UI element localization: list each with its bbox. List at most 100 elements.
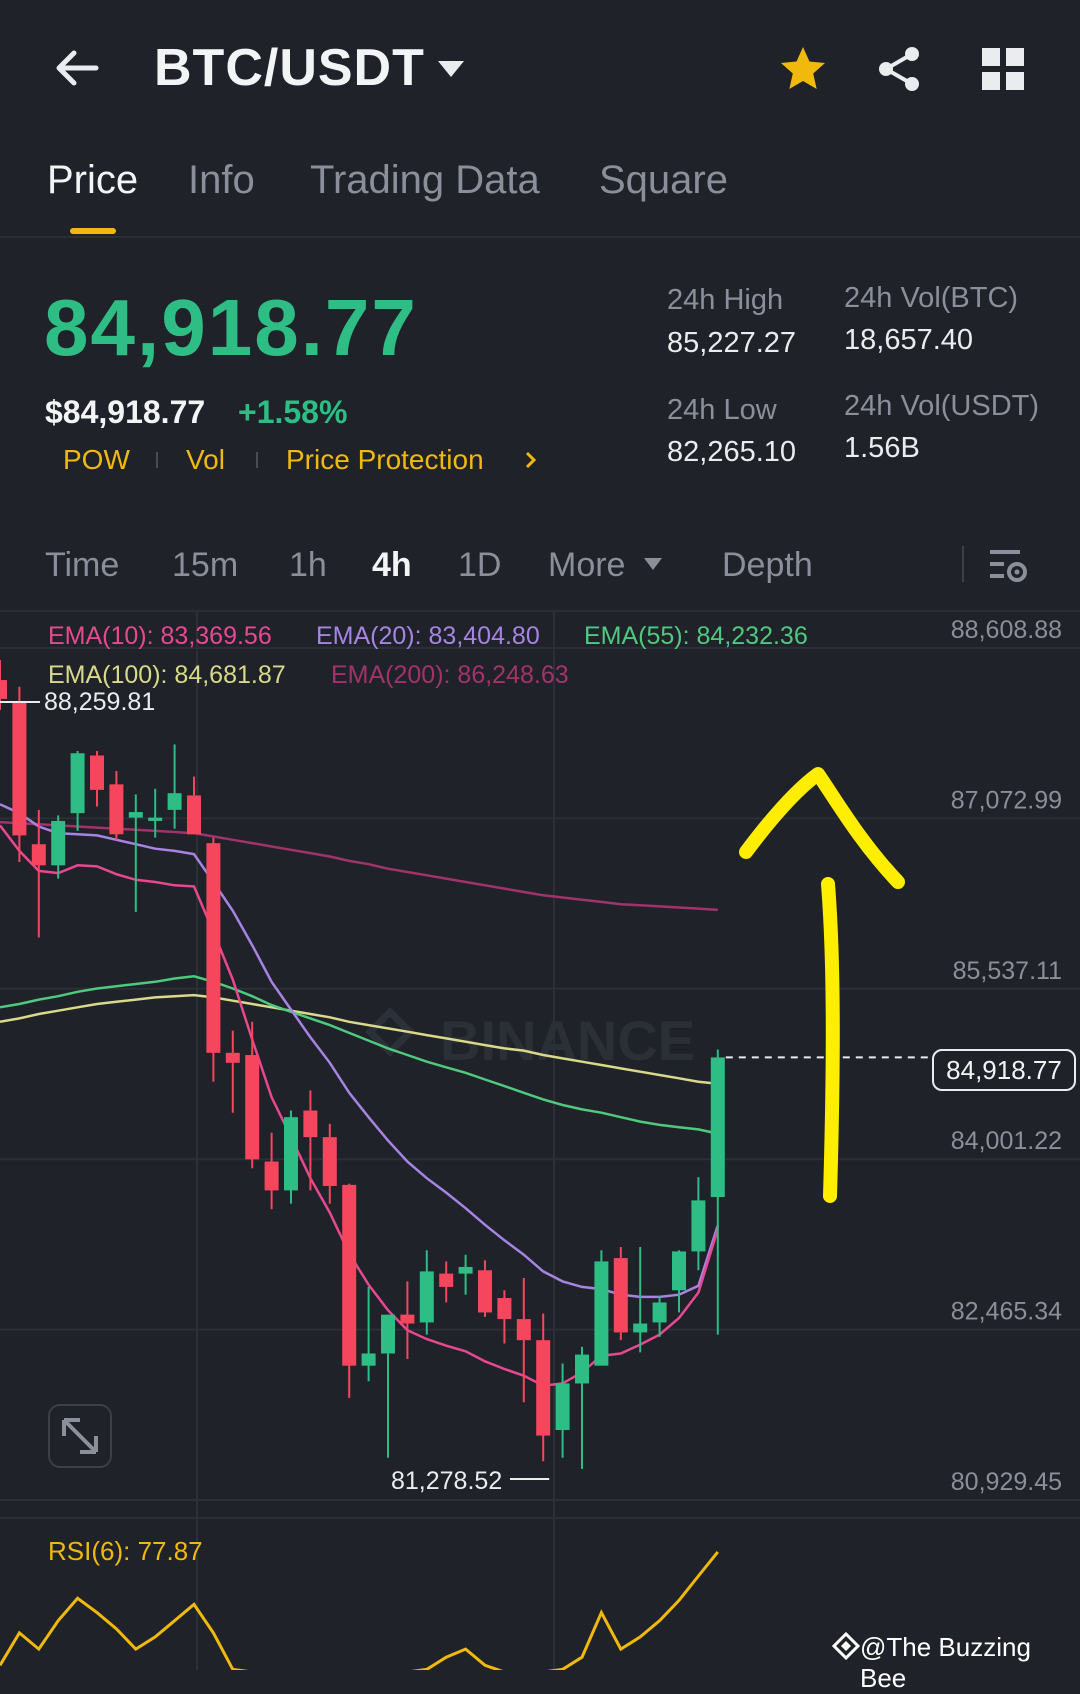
- candle-body: [31, 844, 46, 866]
- candle: [303, 1090, 318, 1191]
- candle: [51, 815, 66, 879]
- tag-vol[interactable]: Vol: [186, 444, 225, 476]
- candlestick-chart[interactable]: BINANCE 88,608.88 87,072.99 85,537.11 84,00…: [0, 612, 1080, 1670]
- candle: [633, 1246, 648, 1353]
- candle-body: [652, 1302, 667, 1323]
- candle-body: [128, 812, 143, 818]
- candle: [439, 1261, 454, 1303]
- tag-pow[interactable]: POW: [63, 444, 130, 476]
- chart-settings-icon[interactable]: [988, 546, 1028, 584]
- candle-body: [342, 1184, 357, 1366]
- tab-trading-data[interactable]: Trading Data: [310, 158, 540, 203]
- ema200-legend: EMA(200): 86,248.63: [331, 661, 569, 689]
- pair-title[interactable]: BTC/USDT: [154, 38, 425, 98]
- candle-body: [51, 820, 66, 866]
- candle: [672, 1250, 686, 1313]
- candle: [90, 751, 104, 807]
- candle-body: [148, 817, 163, 821]
- rsi-panel: [0, 1550, 719, 1670]
- candle: [245, 1021, 260, 1169]
- candle-body: [633, 1323, 648, 1333]
- candle: [400, 1281, 415, 1360]
- watermark-credit: @The Buzzing Bee: [860, 1632, 1031, 1693]
- tag-price-protection[interactable]: Price Protection: [286, 444, 484, 476]
- candle: [594, 1250, 609, 1366]
- active-tab-indicator: [70, 228, 116, 234]
- high-24h-value: 85,227.27: [667, 327, 797, 359]
- candle-body: [322, 1137, 337, 1186]
- caret-down-icon[interactable]: [642, 556, 664, 572]
- tab-info[interactable]: Info: [188, 158, 255, 203]
- candle: [613, 1246, 628, 1341]
- chevron-right-icon[interactable]: [524, 450, 538, 470]
- tag-separator: [256, 452, 258, 468]
- candle: [497, 1290, 512, 1344]
- candle-body: [672, 1251, 686, 1291]
- candle-body: [458, 1266, 473, 1274]
- price-axis-label: 85,537.11: [953, 957, 1062, 985]
- candle-body: [478, 1270, 492, 1313]
- chart-grid: [0, 612, 1080, 1670]
- candle-body: [594, 1261, 609, 1366]
- candle-body: [419, 1271, 434, 1323]
- candle-body: [284, 1117, 298, 1191]
- candle: [458, 1254, 473, 1295]
- last-price: 84,918.77: [44, 283, 418, 372]
- depth-tab[interactable]: Depth: [722, 546, 813, 585]
- candle: [691, 1177, 706, 1271]
- low-24h-label: 24h Low: [667, 394, 777, 426]
- tab-price[interactable]: Price: [47, 158, 138, 203]
- candle: [575, 1346, 589, 1469]
- rsi-label: RSI(6): 77.87: [48, 1536, 203, 1566]
- tab-square[interactable]: Square: [599, 158, 728, 203]
- candle: [128, 794, 143, 912]
- interval-time[interactable]: Time: [45, 546, 119, 585]
- interval-4h[interactable]: 4h: [372, 546, 412, 585]
- fullscreen-button[interactable]: [48, 1404, 112, 1468]
- candle-body: [109, 784, 124, 835]
- low-marker-label: 81,278.52: [391, 1467, 503, 1495]
- star-icon[interactable]: [778, 44, 828, 94]
- candle: [361, 1286, 376, 1382]
- interval-1h[interactable]: 1h: [289, 546, 327, 585]
- watermark-logo-text: BINANCE: [440, 1009, 695, 1072]
- interval-15m[interactable]: 15m: [172, 546, 238, 585]
- binance-watermark: BINANCE: [365, 1007, 695, 1072]
- ema10-legend: EMA(10): 83,369.56: [48, 622, 272, 650]
- candle-body: [245, 1055, 260, 1160]
- current-price-label: 84,918.77: [932, 1049, 1076, 1091]
- expand-icon: [62, 1418, 98, 1454]
- price-axis-label: 84,001.22: [951, 1127, 1062, 1155]
- candle-body: [0, 680, 7, 699]
- share-icon[interactable]: [874, 44, 924, 94]
- candle-body: [303, 1110, 318, 1138]
- high-marker-label: 88,259.81: [44, 688, 156, 716]
- vol-btc-label: 24h Vol(BTC): [844, 282, 1019, 314]
- candle-body: [497, 1298, 512, 1320]
- price-axis-label: 80,929.45: [951, 1468, 1062, 1496]
- usd-price: $84,918.77: [45, 394, 206, 430]
- candle: [225, 1030, 240, 1113]
- candle-body: [70, 753, 85, 814]
- candle: [342, 1183, 357, 1398]
- grid-icon[interactable]: [980, 46, 1026, 92]
- rsi-line: [0, 1550, 719, 1670]
- interval-1d[interactable]: 1D: [458, 546, 501, 585]
- candle: [187, 776, 201, 835]
- caret-down-icon[interactable]: [436, 58, 466, 80]
- candle-body: [691, 1200, 706, 1252]
- vol-usdt-value: 1.56B: [844, 432, 920, 464]
- candle: [555, 1363, 570, 1458]
- candle-body: [555, 1383, 570, 1431]
- ema200-line: [0, 820, 718, 912]
- interval-more[interactable]: More: [548, 546, 625, 585]
- candle: [322, 1123, 337, 1204]
- candle-body: [439, 1273, 454, 1287]
- candle: [419, 1250, 434, 1335]
- tag-separator: [156, 452, 158, 468]
- candle: [167, 744, 182, 829]
- candle: [710, 1049, 725, 1335]
- candle-body: [12, 702, 27, 836]
- back-arrow-icon[interactable]: [50, 42, 102, 94]
- candle: [109, 771, 124, 840]
